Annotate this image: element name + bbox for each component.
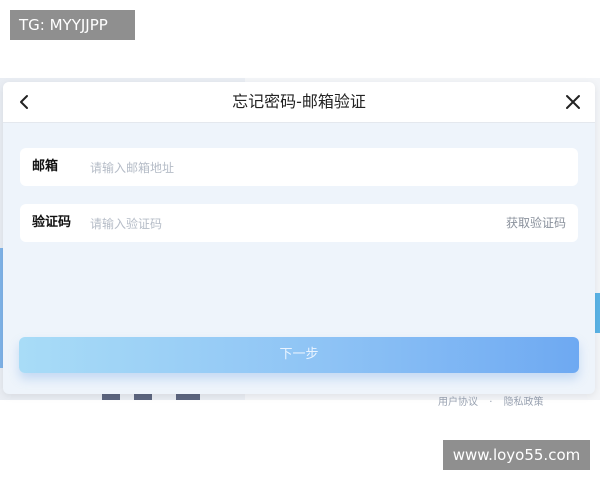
verification-code-field-row: 验证码 获取验证码 <box>20 204 578 242</box>
site-watermark: www.loyo55.com <box>443 440 590 470</box>
get-verification-code-button[interactable]: 获取验证码 <box>506 204 566 242</box>
close-icon <box>566 95 580 109</box>
verification-code-label: 验证码 <box>32 215 72 230</box>
forgot-password-modal: 忘记密码-邮箱验证 邮箱 验证码 获取验证码 下一步 <box>3 82 595 394</box>
email-input[interactable] <box>88 155 392 181</box>
close-button[interactable] <box>561 90 585 114</box>
chevron-left-icon <box>20 95 28 109</box>
user-agreement-link[interactable]: 用户协议 <box>438 397 478 408</box>
email-label: 邮箱 <box>32 159 59 174</box>
background-footer-links: 用户协议 · 隐私政策 <box>438 393 552 408</box>
tg-watermark-tag: TG: MYYJJPP <box>10 10 135 40</box>
footer-separator: · <box>489 397 493 408</box>
modal-title: 忘记密码-邮箱验证 <box>232 92 366 111</box>
verification-code-input[interactable] <box>88 211 392 237</box>
next-step-button[interactable]: 下一步 <box>19 337 579 373</box>
modal-header: 忘记密码-邮箱验证 <box>3 82 595 123</box>
privacy-policy-link[interactable]: 隐私政策 <box>504 397 544 408</box>
email-field-row: 邮箱 <box>20 148 578 186</box>
back-button[interactable] <box>13 90 37 114</box>
